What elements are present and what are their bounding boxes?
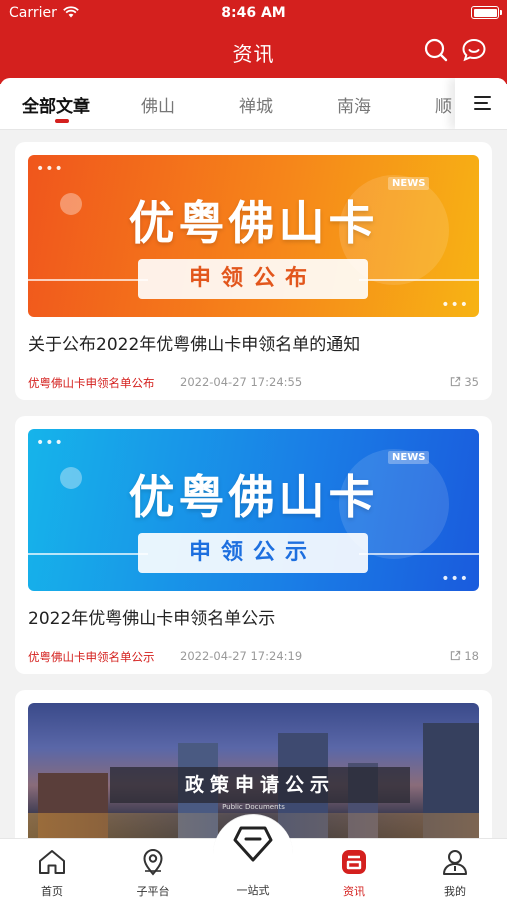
article-banner: ••• 优粤佛山卡 NEWS 申领公布 ••• — [28, 155, 479, 317]
tab-chancheng[interactable]: 禅城 — [239, 92, 273, 117]
banner-title: 优粤佛山卡 — [128, 196, 379, 250]
dots-decoration: ••• — [36, 435, 64, 451]
banner-title: 优粤佛山卡 — [128, 470, 379, 524]
article-tag[interactable]: 优粤佛山卡申领名单公示 — [28, 649, 155, 665]
dots-decoration: ••• — [441, 297, 469, 313]
share-icon — [451, 650, 461, 661]
share-icon — [451, 376, 461, 387]
category-tabs: 全部文章 佛山 禅城 南海 顺 — [0, 78, 507, 130]
nav-label: 一站式 — [236, 884, 270, 897]
article-tag[interactable]: 优粤佛山卡申领名单公布 — [28, 375, 155, 391]
nav-label: 我的 — [444, 885, 466, 898]
home-icon — [39, 850, 65, 874]
article-date: 2022-04-27 17:24:55 — [180, 375, 303, 389]
active-tab-indicator — [55, 119, 69, 123]
nav-profile[interactable]: 我的 — [420, 839, 490, 900]
search-icon[interactable] — [423, 37, 449, 63]
news-icon — [342, 850, 366, 874]
banner-subtitle: Public Documents — [222, 803, 285, 811]
nav-sub-platform[interactable]: 子平台 — [118, 839, 188, 900]
share-count[interactable]: 18 — [450, 649, 479, 663]
app-header: Carrier 8:46 AM 资讯 — [0, 0, 507, 84]
share-count-value: 18 — [464, 649, 479, 663]
tab-shunde[interactable]: 顺 — [435, 92, 452, 117]
nav-label: 资讯 — [343, 885, 365, 898]
nav-home[interactable]: 首页 — [17, 839, 87, 900]
news-badge: NEWS — [388, 177, 430, 190]
profile-icon — [443, 850, 467, 875]
article-title[interactable]: 关于公布2022年优粤佛山卡申领名单的通知 — [28, 330, 479, 355]
nav-label: 首页 — [41, 885, 63, 898]
tab-nanhai[interactable]: 南海 — [337, 92, 371, 117]
share-count-value: 35 — [464, 375, 479, 389]
status-bar: Carrier 8:46 AM — [0, 0, 507, 28]
article-title[interactable]: 2022年优粤佛山卡申领名单公示 — [28, 604, 479, 629]
article-banner: ••• 优粤佛山卡 NEWS 申领公示 ••• — [28, 429, 479, 591]
dots-decoration: ••• — [36, 161, 64, 177]
nav-news[interactable]: 资讯 — [319, 839, 389, 900]
banner-title: 政策申请公示 — [110, 767, 410, 803]
article-card[interactable]: ••• 优粤佛山卡 NEWS 申领公示 ••• 2022年优粤佛山卡申领名单公示… — [15, 416, 492, 674]
menu-icon[interactable] — [455, 78, 507, 129]
battery-icon — [471, 6, 502, 19]
location-pin-icon — [143, 849, 163, 876]
share-count[interactable]: 35 — [450, 375, 479, 389]
nav-label: 子平台 — [136, 885, 170, 898]
banner-subtitle: 申领公示 — [138, 533, 368, 573]
dots-decoration: ••• — [441, 571, 469, 587]
article-meta: 优粤佛山卡申领名单公布 2022-04-27 17:24:55 35 — [28, 375, 479, 391]
one-stop-icon — [233, 826, 273, 862]
banner-subtitle: 申领公布 — [138, 259, 368, 299]
tab-all-articles[interactable]: 全部文章 — [22, 92, 90, 117]
article-date: 2022-04-27 17:24:19 — [180, 649, 303, 663]
article-card[interactable]: ••• 优粤佛山卡 NEWS 申领公布 ••• 关于公布2022年优粤佛山卡申领… — [15, 142, 492, 400]
nav-one-stop[interactable]: 一站式 — [213, 814, 293, 900]
tab-foshan[interactable]: 佛山 — [141, 92, 175, 117]
chat-icon[interactable] — [461, 37, 487, 63]
news-badge: NEWS — [388, 451, 430, 464]
clock: 8:46 AM — [221, 5, 286, 21]
article-meta: 优粤佛山卡申领名单公示 2022-04-27 17:24:19 18 — [28, 649, 479, 665]
